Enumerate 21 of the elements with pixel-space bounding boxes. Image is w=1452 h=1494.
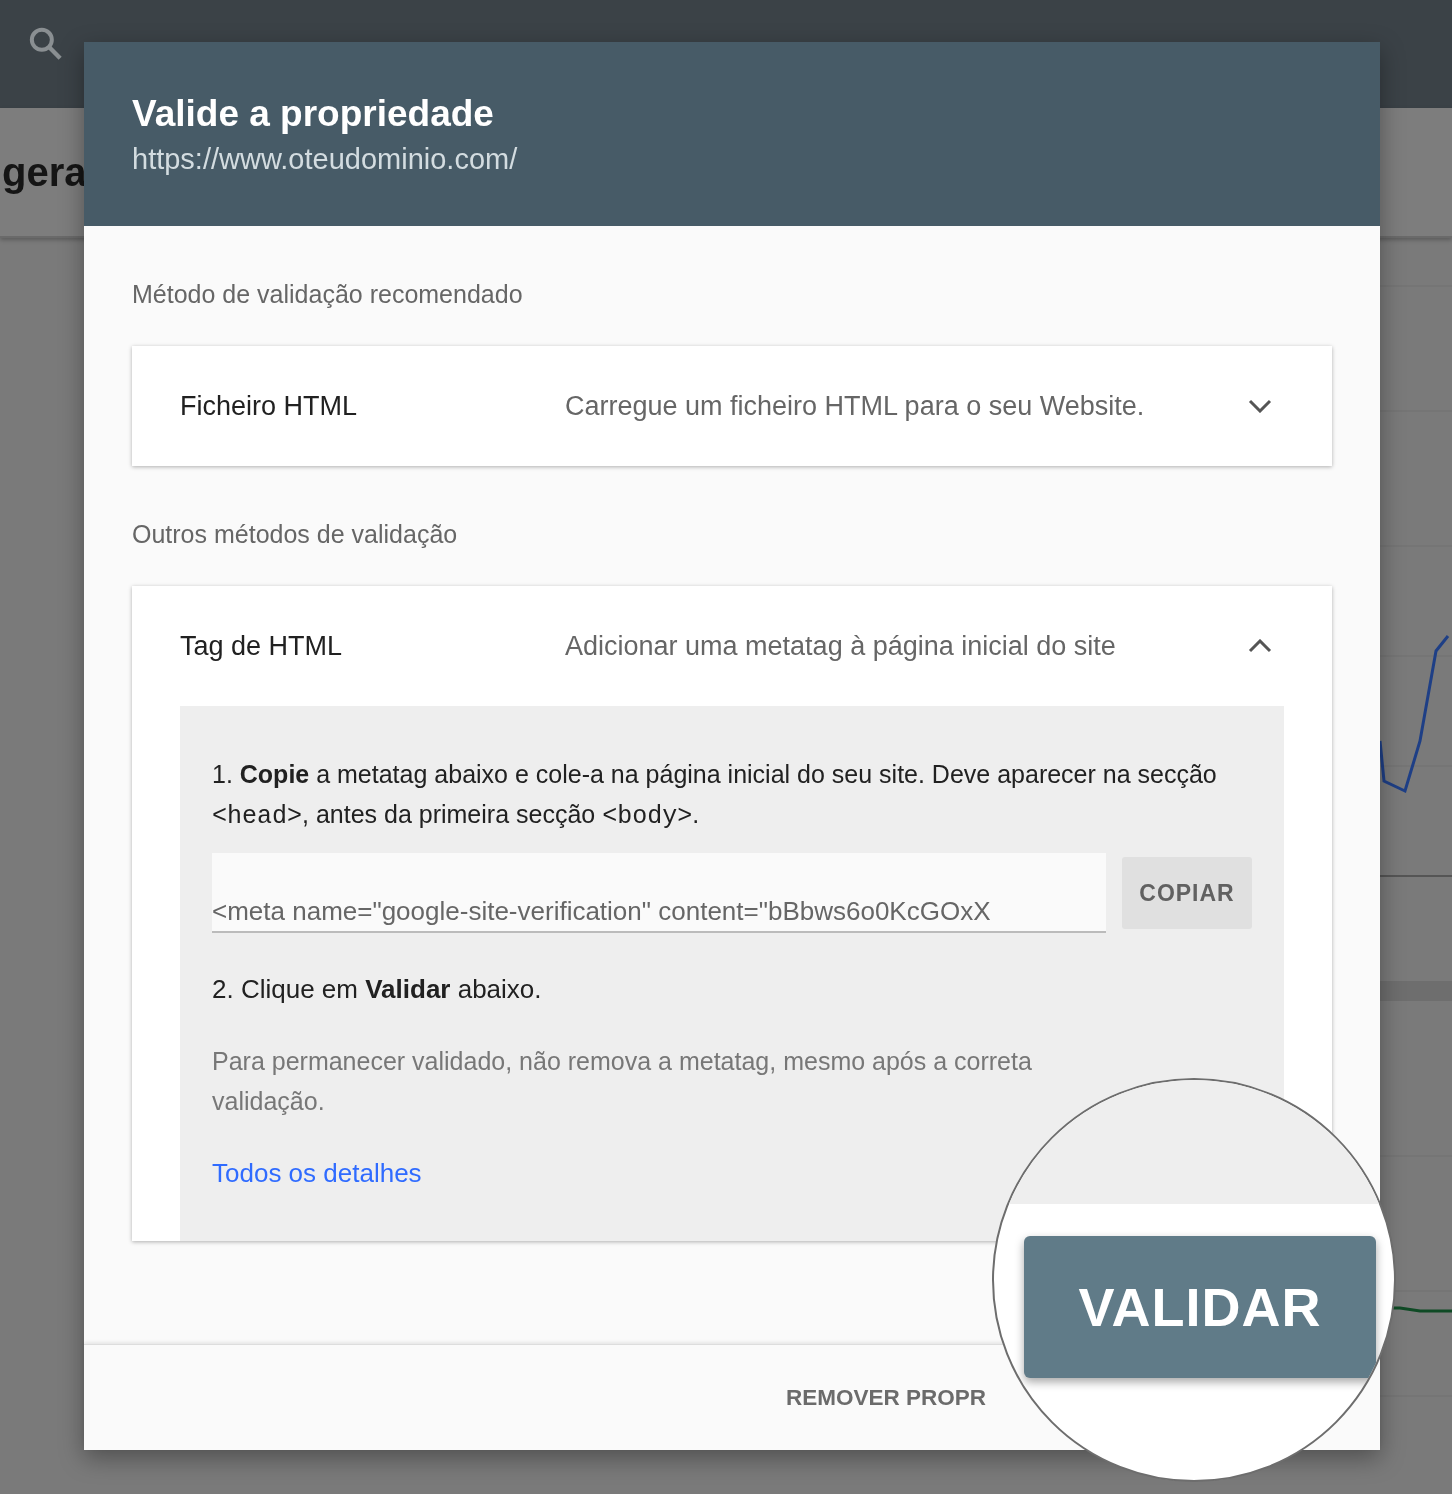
method-description: Adicionar uma metatag à página inicial do site — [565, 630, 1117, 662]
details-link[interactable]: Todos os detalhes — [212, 1153, 422, 1193]
property-url: https://www.oteudominio.com/ — [132, 142, 519, 177]
chevron-up-icon[interactable] — [1248, 639, 1272, 653]
validate-button[interactable]: VALIDAR — [1024, 1236, 1376, 1378]
method-description: Carregue um ficheiro HTML para o seu Website. — [565, 390, 1146, 422]
method-header[interactable]: Tag de HTML Adicionar uma metatag à página inicial do site — [132, 586, 1332, 706]
remove-property-button[interactable]: REMOVER PROPR — [786, 1384, 987, 1411]
section-heading: Método de validação recomendado — [132, 279, 524, 310]
instruction-text: 2. Clique em Validar abaixo. — [212, 973, 543, 1006]
meta-tag-field[interactable]: <meta name="google-site-verification" content="bBbws6o0KcGOxX — [212, 853, 1106, 933]
copy-button[interactable]: COPIAR — [1122, 857, 1252, 929]
dialog-title: Valide a propriedade — [132, 92, 495, 136]
section-heading: Outros métodos de validação — [132, 519, 459, 550]
method-header[interactable]: Ficheiro HTML Carregue um ficheiro HTML para o seu Website. — [132, 346, 1332, 466]
method-title: Ficheiro HTML — [180, 390, 359, 422]
page-heading: gera — [2, 149, 87, 195]
instruction-text: 1. Copie a metatag abaixo e cole-a na página inicial do seu site. Deve aparecer na secção <head>, antes da primeira secção <body>. — [212, 759, 1218, 833]
note-text: Para permanecer validado, não remova a metatag, mesmo após a correta validação. — [212, 1046, 1033, 1117]
method-title: Tag de HTML — [180, 630, 344, 662]
chevron-down-icon[interactable] — [1248, 399, 1272, 413]
